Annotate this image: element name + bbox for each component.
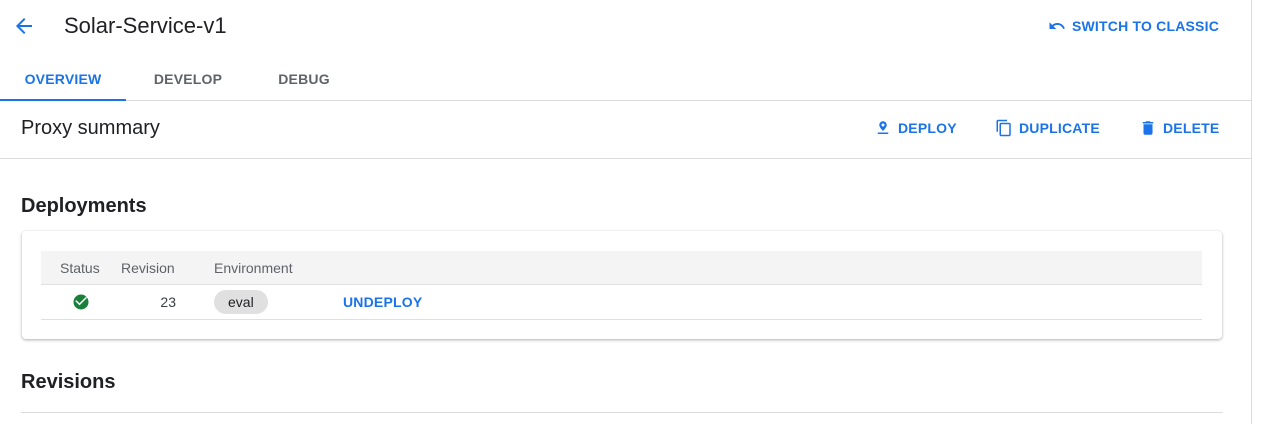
copy-icon	[996, 119, 1011, 137]
duplicate-button[interactable]: DUPLICATE	[995, 119, 1100, 137]
deployments-heading: Deployments	[21, 195, 147, 217]
arrow-back-icon	[16, 18, 32, 34]
environment-chip: eval	[214, 290, 268, 314]
tab-bar: OVERVIEW DEVELOP DEBUG	[0, 58, 1251, 101]
revisions-divider	[21, 412, 1223, 413]
back-button[interactable]	[10, 12, 38, 40]
undeploy-link[interactable]: UNDEPLOY	[343, 294, 422, 310]
deploy-button[interactable]: DEPLOY	[874, 119, 957, 137]
column-header-environment: Environment	[214, 260, 293, 276]
deploy-label: DEPLOY	[898, 120, 957, 136]
proxy-summary-bar: Proxy summary DEPLOY DUPLICATE DELETE	[0, 101, 1251, 159]
right-divider	[1251, 0, 1252, 424]
duplicate-label: DUPLICATE	[1019, 120, 1100, 136]
tab-overview[interactable]: OVERVIEW	[0, 58, 126, 101]
deployments-card: Status Revision Environment 23 eval UNDE…	[22, 231, 1222, 339]
check-circle-icon	[73, 294, 89, 310]
deployments-table-header: Status Revision Environment	[41, 251, 1202, 285]
top-bar: Solar-Service-v1 SWITCH TO CLASSIC	[0, 0, 1251, 52]
delete-button[interactable]: DELETE	[1139, 119, 1219, 137]
tab-debug[interactable]: DEBUG	[268, 58, 340, 100]
revisions-heading: Revisions	[21, 371, 116, 393]
table-row: 23 eval UNDEPLOY	[41, 285, 1202, 320]
page-title: Solar-Service-v1	[64, 13, 227, 38]
proxy-summary-title: Proxy summary	[21, 117, 160, 139]
delete-label: DELETE	[1163, 120, 1220, 136]
tab-develop[interactable]: DEVELOP	[146, 58, 230, 100]
switch-to-classic-button[interactable]: SWITCH TO CLASSIC	[1048, 17, 1219, 35]
undo-icon	[1049, 22, 1065, 29]
trash-icon	[1142, 121, 1154, 135]
column-header-status: Status	[60, 260, 100, 276]
revision-cell: 23	[160, 294, 176, 310]
pin-icon	[877, 121, 889, 134]
column-header-revision: Revision	[121, 260, 175, 276]
switch-to-classic-label: SWITCH TO CLASSIC	[1071, 18, 1219, 34]
